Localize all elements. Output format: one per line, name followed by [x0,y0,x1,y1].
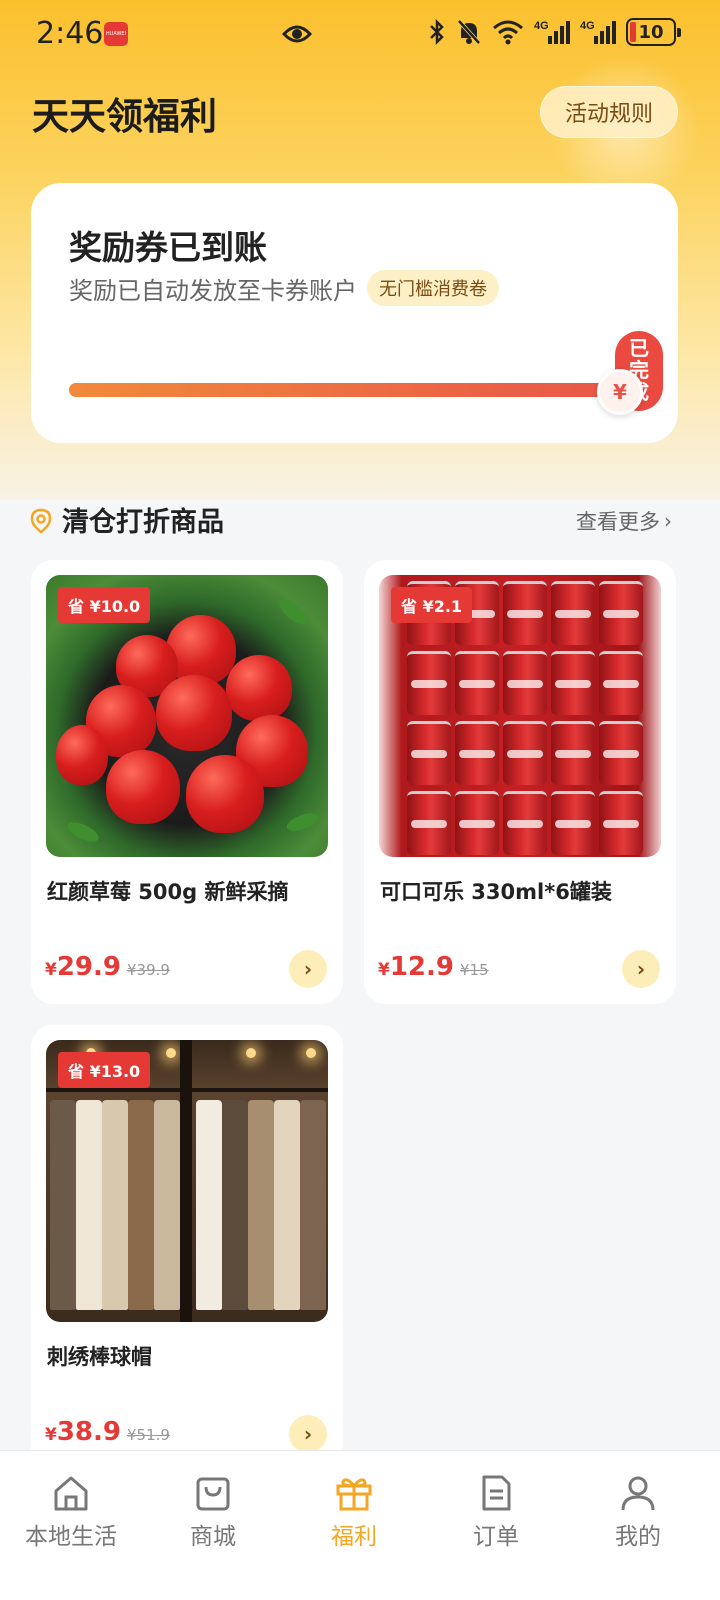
tab-local-life[interactable]: 本地生活 [11,1473,131,1563]
product-card[interactable]: 省 ¥13.0 刺绣棒球帽 ¥ 38.9 ¥51.9 › [31,1025,343,1469]
view-more-link[interactable]: 查看更多 › [576,506,672,536]
price-row: ¥ 12.9 ¥15 [378,952,489,982]
tab-orders[interactable]: 订单 [436,1473,556,1563]
reward-progress-fill [69,383,629,397]
document-icon [482,1475,511,1511]
product-image-coca-cola: 省 ¥2.1 [379,575,661,857]
product-name: 红颜草莓 500g 新鲜采摘 [47,880,289,904]
tab-benefits[interactable]: 福利 [294,1473,414,1563]
bottom-tab-bar: 本地生活 商城 福利 订单 我的 [0,1450,720,1600]
clearance-section-header: 清仓打折商品 查看更多 › [30,498,680,542]
signal-icon-2: 4G [580,20,616,44]
product-image-strawberries: 省 ¥10.0 [46,575,328,857]
tab-label: 我的 [615,1524,661,1550]
gift-icon [336,1478,372,1511]
user-icon [621,1476,655,1511]
go-to-product-button[interactable]: › [289,950,327,988]
svg-text:4G: 4G [580,20,595,32]
status-bar: 2:46 HUAWEI 4G 4G 10 [0,0,720,70]
battery-level: 10 [638,21,664,43]
signal-icon: 4G [534,20,570,44]
tab-label: 商城 [190,1524,236,1550]
chevron-right-icon: › [303,957,313,981]
location-pin-icon [30,508,52,534]
tab-profile[interactable]: 我的 [578,1473,698,1563]
product-card[interactable]: 省 ¥10.0 红颜草莓 500g 新鲜采摘 ¥ 29.9 ¥39.9 › [31,560,343,1004]
save-badge: 省 ¥2.1 [391,587,473,623]
original-price: ¥51.9 [127,1426,170,1444]
save-badge: 省 ¥10.0 [58,587,151,623]
reward-description: 奖励已自动发放至卡券账户 [69,277,357,305]
view-more-label: 查看更多 [576,510,660,534]
chevron-right-icon: › [303,1422,313,1446]
price-row: ¥ 38.9 ¥51.9 [45,1417,170,1447]
mute-bell-icon [457,19,481,45]
tab-mall[interactable]: 商城 [153,1473,273,1563]
original-price: ¥39.9 [127,961,170,979]
product-name: 可口可乐 330ml*6罐装 [380,880,612,904]
original-price: ¥15 [460,961,489,979]
price-row: ¥ 29.9 ¥39.9 [45,952,170,982]
status-icons: 4G 4G 10 [428,18,681,46]
reward-card: 奖励券已到账 奖励已自动发放至卡券账户 无门槛消费卷 已完成 ¥ [31,183,678,443]
svg-text:4G: 4G [534,20,549,32]
eye-icon [282,25,312,43]
yen-coin-icon: ¥ [597,369,643,415]
page-title: 天天领福利 [32,95,217,138]
price-currency: ¥ [45,960,57,980]
section-title: 清仓打折商品 [62,507,224,538]
coupon-tag: 无门槛消费卷 [367,270,499,306]
product-card[interactable]: 省 ¥2.1 可口可乐 330ml*6罐装 ¥ 12.9 ¥15 › [364,560,676,1004]
save-badge: 省 ¥13.0 [58,1052,151,1088]
chevron-right-icon: › [664,509,672,533]
huawei-notification-icon: HUAWEI [104,22,128,46]
product-image-clothing-rack: 省 ¥13.0 [46,1040,328,1322]
battery-icon: 10 [626,18,681,46]
tab-label: 福利 [331,1524,377,1550]
wifi-icon [493,20,523,45]
price: 29.9 [56,952,121,982]
go-to-product-button[interactable]: › [622,950,660,988]
tab-label: 本地生活 [25,1524,117,1550]
status-time: 2:46 [36,16,104,51]
activity-rules-button[interactable]: 活动规则 [540,86,678,138]
reward-title: 奖励券已到账 [69,228,267,267]
price-currency: ¥ [378,960,390,980]
chevron-right-icon: › [636,957,646,981]
go-to-product-button[interactable]: › [289,1415,327,1453]
price: 38.9 [56,1417,121,1447]
shopping-bag-icon [196,1477,230,1511]
bluetooth-icon [430,18,444,46]
price: 12.9 [389,952,454,982]
reward-progress-bar [69,383,629,397]
price-currency: ¥ [45,1425,57,1445]
product-name: 刺绣棒球帽 [47,1345,152,1369]
tab-label: 订单 [473,1524,519,1550]
home-icon [54,1476,88,1511]
